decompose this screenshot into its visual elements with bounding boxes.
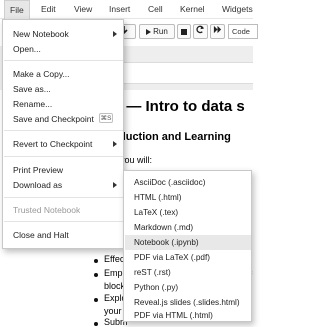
list-item: your [104,306,122,316]
menu-item-new-notebook[interactable]: New Notebook [13,29,69,39]
menu-insert[interactable]: Insert [109,0,130,18]
download-pdf-latex[interactable]: PDF via LaTeX (.pdf) [125,250,251,265]
menu-divider [4,60,123,61]
menu-view[interactable]: View [74,0,92,18]
menu-item-save-checkpoint[interactable]: Save and Checkpoint [13,114,94,124]
menu-item-save-as[interactable]: Save as... [13,84,51,94]
bullet-dot [94,298,98,302]
restart-button[interactable] [193,24,208,39]
bullet-dot [94,273,98,277]
menu-file[interactable]: File [4,0,30,19]
list-item: block [104,281,126,291]
menu-item-close-halt[interactable]: Close and Halt [13,230,69,240]
menu-item-revert-checkpoint[interactable]: Revert to Checkpoint [13,139,92,149]
bullet-dot [94,259,98,263]
fast-forward-icon [213,25,222,36]
download-html[interactable]: HTML (.html) [125,190,251,205]
download-pdf-html[interactable]: PDF via HTML (.html) [125,310,251,322]
download-latex[interactable]: LaTeX (.tex) [125,205,251,220]
download-rest[interactable]: reST (.rst) [125,265,251,280]
download-submenu: AsciiDoc (.asciidoc) HTML (.html) LaTeX … [123,170,252,322]
list-item: Empi [104,268,125,278]
menu-item-rename[interactable]: Rename... [13,99,52,109]
run-button[interactable]: Run [139,24,175,39]
download-reveal-slides[interactable]: Reveal.js slides (.slides.html) [125,295,251,310]
download-notebook[interactable]: Notebook (.ipynb) [125,235,251,250]
menu-widgets[interactable]: Widgets [222,0,253,18]
download-markdown[interactable]: Markdown (.md) [125,220,251,235]
list-item: Effec [104,254,125,264]
menu-divider [4,130,123,131]
chevron-right-icon [113,182,117,188]
shortcut-badge: ⌘S [99,113,113,123]
restart-icon [196,25,205,36]
menu-divider [4,197,123,198]
run-icon [146,28,152,35]
notebook-cell[interactable] [120,62,253,84]
menu-divider [4,156,123,157]
menu-kernel[interactable]: Kernel [180,0,205,18]
run-label: Run [153,27,168,36]
notebook-subheading: roduction and Learning [108,131,231,143]
menubar: File Edit View Insert Cell Kernel Widget… [0,0,253,19]
chevron-right-icon [113,141,117,147]
menu-divider [4,221,123,222]
stop-button[interactable] [177,24,191,39]
menu-cell[interactable]: Cell [148,0,163,18]
menu-item-print-preview[interactable]: Print Preview [13,165,63,175]
menu-item-trusted-notebook: Trusted Notebook [13,205,81,215]
file-menu: New Notebook Open... Make a Copy... Save… [2,19,124,249]
bullet-dot [94,322,98,326]
menu-edit[interactable]: Edit [41,0,56,18]
cell-type-select[interactable]: Code [228,24,258,39]
notebook-heading: l — Intro to data s [118,98,245,115]
restart-run-all-button[interactable] [210,24,225,39]
chevron-right-icon [113,31,117,37]
download-python[interactable]: Python (.py) [125,280,251,295]
stop-icon [181,28,187,35]
menu-item-download-as[interactable]: Download as [13,180,62,190]
menu-item-open[interactable]: Open... [13,44,41,54]
menu-item-make-copy[interactable]: Make a Copy... [13,69,70,79]
download-asciidoc[interactable]: AsciiDoc (.asciidoc) [125,175,251,190]
